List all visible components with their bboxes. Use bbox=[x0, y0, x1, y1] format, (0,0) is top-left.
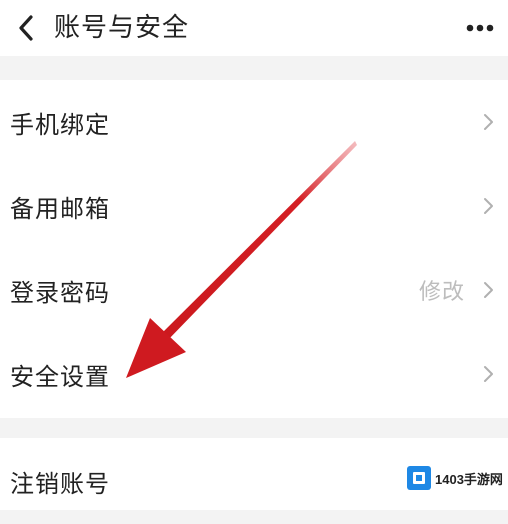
chevron-right-icon bbox=[484, 114, 493, 130]
more-options-button[interactable] bbox=[460, 12, 500, 44]
more-dots-icon bbox=[466, 24, 494, 32]
settings-item-value: 修改 bbox=[418, 280, 465, 305]
settings-item-label: 登录密码 bbox=[10, 278, 110, 307]
watermark-text: 1403手游网 bbox=[435, 471, 503, 487]
watermark-logo-icon bbox=[407, 466, 431, 490]
chevron-right-icon bbox=[484, 282, 493, 298]
settings-item-label: 备用邮箱 bbox=[10, 194, 110, 223]
settings-item-login-password[interactable]: 登录密码 修改 bbox=[0, 248, 508, 332]
settings-item-phone-binding[interactable]: 手机绑定 bbox=[0, 80, 508, 164]
chevron-right-icon bbox=[484, 366, 493, 382]
settings-item-backup-email[interactable]: 备用邮箱 bbox=[0, 164, 508, 248]
settings-group-main: 手机绑定 备用邮箱 登录密码 修改 安全设置 bbox=[0, 80, 508, 418]
watermark: 1403手游网 bbox=[406, 458, 506, 498]
settings-item-label: 安全设置 bbox=[10, 362, 110, 391]
top-nav-bar: 账号与安全 bbox=[0, 0, 508, 56]
settings-item-label: 手机绑定 bbox=[10, 110, 110, 139]
page-title: 账号与安全 bbox=[54, 13, 190, 43]
chevron-left-icon bbox=[19, 15, 33, 41]
settings-item-label: 注销账号 bbox=[10, 469, 110, 498]
chevron-right-icon bbox=[484, 198, 493, 214]
settings-item-security-settings[interactable]: 安全设置 bbox=[0, 332, 508, 416]
back-button[interactable] bbox=[8, 10, 44, 46]
